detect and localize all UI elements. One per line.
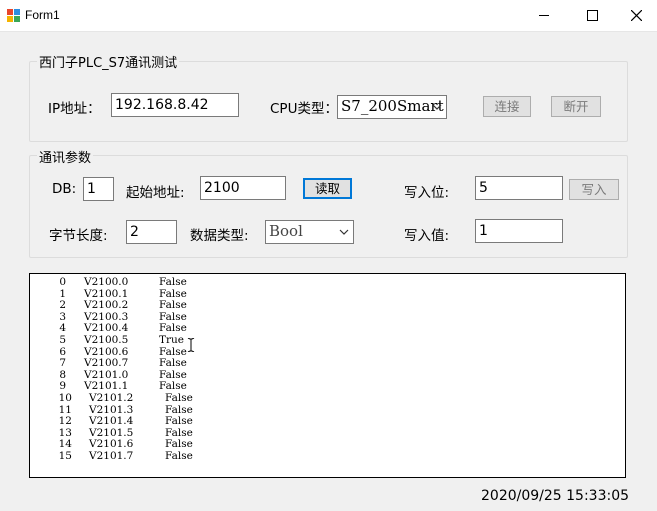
- window-title: Form1: [25, 8, 60, 22]
- app-icon: [7, 9, 20, 22]
- read-button[interactable]: 读取: [303, 178, 352, 199]
- list-item-index: 15: [58, 450, 72, 462]
- close-button[interactable]: [613, 0, 657, 31]
- list-item-address: V2101.7: [89, 450, 134, 462]
- list-item-index: 5: [59, 334, 66, 346]
- list-item-index: 10: [58, 392, 72, 404]
- list-item[interactable]: 15 V2101.7 False: [30, 450, 620, 463]
- byte-length-label: 字节长度:: [49, 228, 108, 244]
- list-item-value: False: [165, 392, 193, 404]
- byte-length-input[interactable]: 2: [126, 220, 177, 244]
- data-type-label: 数据类型:: [190, 228, 249, 244]
- maximize-icon: [586, 10, 598, 21]
- db-input[interactable]: 1: [83, 177, 114, 201]
- cpu-type-value: S7_200Smart: [341, 97, 444, 115]
- cpu-type-select[interactable]: S7_200Smart: [337, 95, 447, 119]
- data-type-select[interactable]: Bool: [265, 220, 354, 244]
- write-value-label: 写入值:: [404, 228, 450, 244]
- data-type-value: Bool: [269, 222, 303, 240]
- write-bit-label: 写入位:: [404, 185, 450, 201]
- maximize-button[interactable]: [569, 0, 615, 31]
- list-item[interactable]: 0 V2100.0 False: [30, 276, 620, 289]
- list-item-address: V2101.2: [89, 392, 134, 404]
- cpu-label: CPU类型：: [270, 101, 338, 117]
- list-item-value: False: [165, 450, 193, 462]
- write-value-input[interactable]: 1: [475, 219, 563, 243]
- close-icon: [630, 10, 642, 21]
- list-item-index: 0: [59, 276, 66, 288]
- list-item-address: V2100.5: [84, 334, 129, 346]
- start-address-label: 起始地址:: [126, 185, 185, 201]
- output-listbox[interactable]: 0 V2100.0 False 1 V2100.1 False 2 V2100.2 False 3…: [29, 273, 626, 478]
- text-cursor-icon: [187, 338, 195, 352]
- disconnect-button[interactable]: 断开: [551, 96, 601, 117]
- list-item[interactable]: 10 V2101.2 False: [30, 392, 620, 405]
- list-item-value: True: [159, 334, 184, 346]
- start-address-input[interactable]: 2100: [200, 176, 286, 200]
- write-bit-input[interactable]: 5: [475, 176, 563, 200]
- status-datetime: 2020/09/25 15:33:05: [481, 488, 630, 504]
- connection-group-title: 西门子PLC_S7通讯测试: [37, 52, 180, 71]
- ip-input[interactable]: 192.168.8.42: [111, 93, 239, 117]
- chevron-down-icon: [339, 229, 349, 235]
- minimize-button[interactable]: [521, 0, 567, 31]
- connect-button[interactable]: 连接: [483, 96, 531, 117]
- minimize-icon: [539, 15, 549, 16]
- title-bar: Form1: [0, 0, 657, 32]
- list-item[interactable]: 5 V2100.5 True: [30, 334, 620, 347]
- write-button[interactable]: 写入: [569, 179, 619, 200]
- ip-label: IP地址：: [48, 101, 101, 117]
- db-label: DB:: [52, 181, 77, 197]
- list-item-value: False: [159, 276, 187, 288]
- list-item-address: V2100.0: [84, 276, 129, 288]
- chevron-down-icon: [432, 104, 442, 110]
- params-group-title: 通讯参数: [37, 147, 94, 166]
